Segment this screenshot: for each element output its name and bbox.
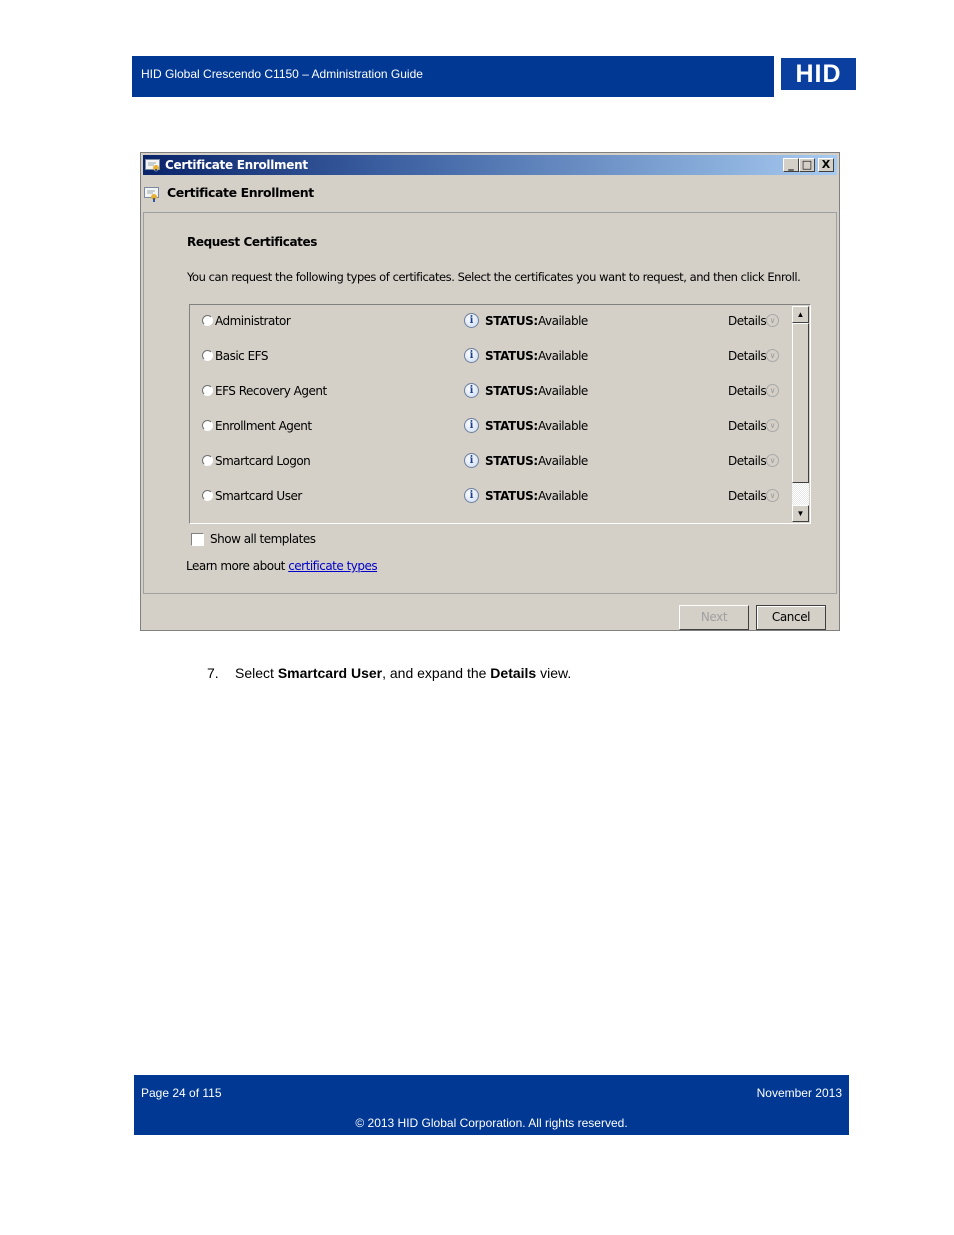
title-bar[interactable]: Certificate Enrollment _ □ X — [143, 155, 837, 175]
subheading-text: Certificate Enrollment — [167, 185, 314, 200]
certificate-row[interactable]: Smartcard User i STATUS: Available Detai… — [190, 484, 790, 519]
learn-more-text: Learn more about certificate types — [186, 559, 378, 573]
instruction-step: 7. Select Smartcard User, and expand the … — [207, 665, 571, 681]
status-value: Available — [538, 489, 588, 503]
page-header-band: HID Global Crescendo C1150 – Administrat… — [132, 56, 774, 97]
dialog-subheading: Certificate Enrollment — [141, 181, 839, 207]
step-number: 7. — [207, 665, 219, 681]
document-title: HID Global Crescendo C1150 – Administrat… — [141, 67, 423, 81]
certificate-radio[interactable] — [202, 385, 213, 396]
step-text: , and expand the — [382, 665, 491, 681]
info-icon: i — [464, 453, 479, 468]
scrollbar-thumb[interactable] — [792, 323, 809, 483]
certificate-radio[interactable] — [202, 490, 213, 501]
step-text: Select — [235, 665, 278, 681]
window-title: Certificate Enrollment — [165, 158, 308, 172]
expand-chevron-icon[interactable]: ∨ — [766, 384, 779, 397]
page-number: Page 24 of 115 — [141, 1086, 222, 1100]
status-value: Available — [538, 454, 588, 468]
page-footer: Page 24 of 115 November 2013 © 2013 HID … — [134, 1075, 849, 1135]
status-label: STATUS: — [485, 489, 538, 503]
certificate-name: Enrollment Agent — [215, 419, 312, 433]
certificate-name: Smartcard User — [215, 489, 302, 503]
certificate-radio[interactable] — [202, 350, 213, 361]
maximize-button[interactable]: □ — [799, 158, 815, 172]
certificate-name: Smartcard Logon — [215, 454, 311, 468]
section-title: Request Certificates — [187, 235, 317, 249]
scroll-up-arrow-icon[interactable]: ▲ — [792, 306, 809, 323]
expand-chevron-icon[interactable]: ∨ — [766, 489, 779, 502]
certificate-row[interactable]: Basic EFS i STATUS: Available Details ∨ — [190, 344, 790, 379]
certificate-types-link[interactable]: certificate types — [288, 559, 377, 573]
certificate-name: Administrator — [215, 314, 291, 328]
step-bold-smartcard-user: Smartcard User — [277, 665, 383, 681]
certificate-row[interactable]: EFS Recovery Agent i STATUS: Available D… — [190, 379, 790, 414]
expand-chevron-icon[interactable]: ∨ — [766, 454, 779, 467]
certificate-enrollment-dialog: Certificate Enrollment _ □ X Certificate… — [140, 152, 840, 631]
certificate-name: EFS Recovery Agent — [215, 384, 327, 398]
expand-chevron-icon[interactable]: ∨ — [766, 349, 779, 362]
info-icon: i — [464, 313, 479, 328]
publication-date: November 2013 — [756, 1086, 842, 1100]
status-label: STATUS: — [485, 314, 538, 328]
certificate-radio[interactable] — [202, 455, 213, 466]
step-bold-details: Details — [490, 665, 537, 681]
hid-logo: HID — [781, 58, 856, 90]
expand-chevron-icon[interactable]: ∨ — [766, 314, 779, 327]
close-button[interactable]: X — [818, 158, 834, 172]
status-value: Available — [538, 314, 588, 328]
vertical-scrollbar[interactable]: ▲ ▼ — [792, 306, 809, 522]
certificate-radio[interactable] — [202, 420, 213, 431]
certificate-row[interactable]: Administrator i STATUS: Available Detail… — [190, 309, 790, 344]
status-label: STATUS: — [485, 419, 538, 433]
next-button[interactable]: Next — [679, 605, 749, 630]
certificate-name: Basic EFS — [215, 349, 268, 363]
status-label: STATUS: — [485, 384, 538, 398]
logo-text: HID — [795, 60, 842, 88]
details-link[interactable]: Details — [728, 349, 767, 363]
status-value: Available — [538, 419, 588, 433]
info-icon: i — [464, 418, 479, 433]
status-label: STATUS: — [485, 349, 538, 363]
details-link[interactable]: Details — [728, 454, 767, 468]
details-link[interactable]: Details — [728, 384, 767, 398]
info-icon: i — [464, 383, 479, 398]
cancel-button[interactable]: Cancel — [756, 605, 826, 630]
certificate-list: Administrator i STATUS: Available Detail… — [189, 304, 811, 524]
certificate-icon — [145, 159, 160, 172]
request-certificates-panel: Request Certificates You can request the… — [143, 212, 837, 594]
details-link[interactable]: Details — [728, 314, 767, 328]
certificate-row[interactable]: Enrollment Agent i STATUS: Available Det… — [190, 414, 790, 449]
details-link[interactable]: Details — [728, 489, 767, 503]
show-all-templates-checkbox[interactable] — [191, 533, 204, 546]
certificate-row[interactable]: Smartcard Logon i STATUS: Available Deta… — [190, 449, 790, 484]
status-value: Available — [538, 349, 588, 363]
scroll-down-arrow-icon[interactable]: ▼ — [792, 505, 809, 522]
learn-more-prefix: Learn more about — [186, 559, 289, 573]
info-icon: i — [464, 488, 479, 503]
copyright: © 2013 HID Global Corporation. All right… — [355, 1116, 628, 1130]
show-all-templates-label[interactable]: Show all templates — [210, 532, 316, 546]
section-description: You can request the following types of c… — [187, 270, 801, 284]
certificate-icon — [144, 187, 159, 202]
details-link[interactable]: Details — [728, 419, 767, 433]
status-value: Available — [538, 384, 588, 398]
status-label: STATUS: — [485, 454, 538, 468]
minimize-button[interactable]: _ — [783, 158, 799, 172]
info-icon: i — [464, 348, 479, 363]
certificate-radio[interactable] — [202, 315, 213, 326]
expand-chevron-icon[interactable]: ∨ — [766, 419, 779, 432]
step-text: view. — [536, 665, 572, 681]
